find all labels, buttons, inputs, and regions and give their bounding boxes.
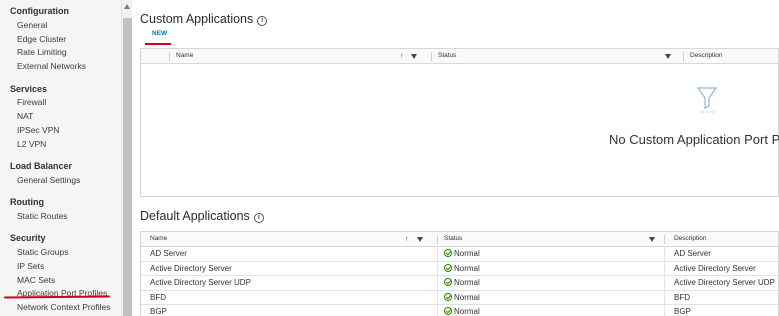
- column-separator: [664, 235, 665, 244]
- cell-status: Normal: [437, 291, 480, 305]
- sidebar-item-static-routes[interactable]: Static Routes: [17, 211, 68, 221]
- check-circle-icon: [444, 292, 452, 301]
- column-header-description[interactable]: Description: [669, 232, 707, 247]
- custom-applications-table: Name ↑ Status Description No Custom Appl…: [140, 48, 779, 197]
- cell-status: Normal: [437, 247, 480, 261]
- column-separator: [683, 52, 684, 61]
- sidebar-item-ip-sets[interactable]: IP Sets: [17, 261, 44, 271]
- column-separator: [437, 235, 438, 244]
- sidebar-item-nat[interactable]: NAT: [17, 111, 33, 121]
- status-text: Normal: [454, 292, 480, 302]
- status-text: Normal: [454, 263, 480, 273]
- empty-state-message: No Custom Application Port Pro: [609, 132, 779, 147]
- column-header-name[interactable]: Name: [145, 232, 167, 247]
- cell-description: BGP: [674, 307, 691, 316]
- sidebar-section-load-balancer: Load Balancer: [10, 161, 73, 171]
- column-header-status[interactable]: Status: [433, 49, 456, 64]
- check-circle-icon: [444, 307, 452, 315]
- sidebar-item-l2-vpn[interactable]: L2 VPN: [17, 139, 46, 149]
- new-button[interactable]: NEW: [152, 30, 167, 37]
- default-applications-table: Name ↑ Status Description AD Server Norm…: [140, 231, 779, 316]
- table-header: Name ↑ Status Description: [141, 232, 778, 247]
- cell-description: BFD: [674, 292, 690, 302]
- sidebar-item-ipsec-vpn[interactable]: IPSec VPN: [17, 125, 60, 135]
- sidebar-section-services: Services: [10, 84, 48, 94]
- filter-icon[interactable]: [649, 237, 655, 242]
- table-row[interactable]: Active Directory Server UDP Normal Activ…: [141, 276, 778, 291]
- sidebar-scrollbar[interactable]: [121, 0, 132, 316]
- sidebar-item-static-groups[interactable]: Static Groups: [17, 247, 69, 257]
- filter-icon[interactable]: [411, 54, 417, 59]
- custom-applications-heading: Custom Applications i: [140, 12, 268, 26]
- cell-name: BFD: [150, 292, 166, 302]
- cell-description: Active Directory Server UDP: [674, 278, 775, 287]
- sidebar-item-network-context-profiles[interactable]: Network Context Profiles: [17, 302, 111, 312]
- scrollbar-thumb[interactable]: [123, 18, 132, 316]
- sidebar-item-edge-cluster[interactable]: Edge Cluster: [17, 34, 66, 44]
- column-header-name[interactable]: Name: [171, 49, 193, 64]
- table-row[interactable]: BGP Normal BGP: [141, 305, 778, 316]
- column-header-description[interactable]: Description: [685, 49, 723, 64]
- scroll-up-arrow-icon[interactable]: [124, 4, 130, 9]
- column-header-status[interactable]: Status: [439, 232, 462, 247]
- sidebar-item-firewall[interactable]: Firewall: [17, 97, 46, 107]
- check-circle-icon: [444, 278, 452, 286]
- sidebar-section-security: Security: [10, 233, 46, 243]
- sidebar-item-rate-limiting[interactable]: Rate Limiting: [17, 47, 67, 57]
- table-header: Name ↑ Status Description: [141, 49, 778, 64]
- cell-status: Normal: [437, 276, 480, 290]
- sidebar-item-general-settings[interactable]: General Settings: [17, 175, 80, 185]
- sidebar-section-routing: Routing: [10, 197, 44, 207]
- main-content: Custom Applications i NEW Name ↑ Status D…: [132, 0, 779, 316]
- column-separator: [169, 52, 170, 61]
- funnel-icon: [696, 87, 718, 113]
- cell-description: Active Directory Server: [674, 263, 756, 273]
- column-separator: [431, 52, 432, 61]
- cell-status: Normal: [437, 305, 480, 316]
- status-text: Normal: [454, 307, 480, 316]
- table-row[interactable]: AD Server Normal AD Server: [141, 247, 778, 262]
- cell-status: Normal: [437, 262, 480, 276]
- status-text: Normal: [454, 249, 480, 258]
- sort-arrow-icon[interactable]: ↑: [405, 236, 409, 243]
- annotation-underline: [3, 295, 111, 299]
- sidebar-item-external-networks[interactable]: External Networks: [17, 61, 86, 71]
- annotation-underline: [145, 43, 171, 45]
- check-circle-icon: [444, 263, 452, 272]
- default-applications-title: Default Applications: [140, 209, 250, 223]
- info-icon[interactable]: i: [257, 16, 268, 26]
- filter-icon[interactable]: [417, 237, 423, 242]
- sidebar-item-mac-sets[interactable]: MAC Sets: [17, 275, 55, 285]
- sidebar-section-configuration: Configuration: [10, 6, 69, 16]
- status-text: Normal: [454, 278, 480, 287]
- table-row[interactable]: Active Directory Server Normal Active Di…: [141, 261, 778, 276]
- info-icon[interactable]: i: [253, 213, 264, 223]
- custom-applications-title: Custom Applications: [140, 12, 254, 26]
- cell-description: AD Server: [674, 249, 711, 258]
- cell-name: BGP: [150, 307, 167, 316]
- cell-name: Active Directory Server: [150, 263, 232, 273]
- table-row[interactable]: BFD Normal BFD: [141, 290, 778, 305]
- sort-arrow-icon[interactable]: ↑: [400, 53, 404, 60]
- default-applications-heading: Default Applications i: [140, 209, 264, 223]
- sidebar-nav: Configuration General Edge Cluster Rate …: [0, 0, 121, 316]
- cell-name: AD Server: [150, 249, 187, 258]
- sidebar-item-general[interactable]: General: [17, 20, 47, 30]
- cell-name: Active Directory Server UDP: [150, 278, 251, 287]
- check-circle-icon: [444, 249, 452, 257]
- filter-icon[interactable]: [665, 54, 671, 59]
